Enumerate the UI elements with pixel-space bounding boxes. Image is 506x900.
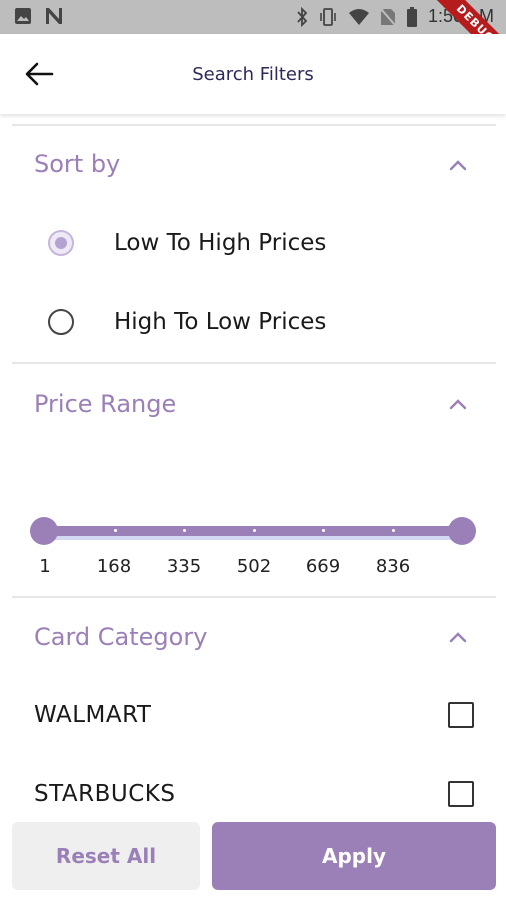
slider-thumb-max[interactable] <box>448 517 476 545</box>
category-item-walmart[interactable]: WALMART <box>34 702 474 728</box>
sort-section-header[interactable]: Sort by <box>34 150 120 178</box>
divider <box>12 124 496 126</box>
price-section-header[interactable]: Price Range <box>34 390 176 418</box>
sort-option-label: High To Low Prices <box>114 309 327 335</box>
radio-unselected[interactable] <box>48 309 74 335</box>
arrow-back-icon[interactable] <box>22 60 56 88</box>
tick-label: 1 <box>39 556 51 577</box>
category-label: WALMART <box>34 702 152 728</box>
status-bar-left <box>14 7 64 25</box>
chevron-up-icon[interactable] <box>446 392 470 416</box>
slider-tick <box>114 529 117 532</box>
slider-tick <box>183 529 186 532</box>
checkbox-walmart[interactable] <box>448 702 474 728</box>
chevron-up-icon[interactable] <box>446 153 470 177</box>
chevron-up-icon[interactable] <box>446 625 470 649</box>
vibrate-icon <box>320 7 336 26</box>
app-bar: Search Filters <box>0 34 506 114</box>
price-range-slider[interactable] <box>30 510 490 554</box>
tick-label: 335 <box>166 556 202 577</box>
image-icon <box>15 8 31 24</box>
slider-tick-labels: 1 168 335 502 669 836 <box>0 556 506 580</box>
wifi-icon <box>348 8 369 25</box>
slider-tick <box>322 529 325 532</box>
divider <box>12 362 496 364</box>
tick-label: 836 <box>375 556 411 577</box>
battery-icon <box>406 6 417 27</box>
category-section-header[interactable]: Card Category <box>34 623 207 651</box>
category-label: STARBUCKS <box>34 781 176 807</box>
reset-all-button[interactable]: Reset All <box>12 822 200 890</box>
radio-dot <box>55 237 67 249</box>
bluetooth-icon <box>297 6 308 27</box>
radio-selected[interactable] <box>48 230 74 256</box>
tick-label: 502 <box>236 556 272 577</box>
no-sim-icon <box>380 7 396 26</box>
slider-tick <box>253 529 256 532</box>
slider-thumb-min[interactable] <box>30 517 58 545</box>
divider <box>12 596 496 598</box>
tick-label: 669 <box>305 556 341 577</box>
apply-button[interactable]: Apply <box>212 822 496 890</box>
status-bar: 1:50 AM DEBUG <box>0 0 506 34</box>
tick-label: 168 <box>96 556 132 577</box>
n-app-icon <box>46 8 62 24</box>
slider-tick <box>392 529 395 532</box>
sort-option-low-to-high[interactable]: Low To High Prices <box>48 230 326 256</box>
page-title: Search Filters <box>192 63 314 85</box>
checkbox-starbucks[interactable] <box>448 781 474 807</box>
category-item-starbucks[interactable]: STARBUCKS <box>34 781 474 807</box>
sort-option-label: Low To High Prices <box>114 230 327 256</box>
sort-option-high-to-low[interactable]: High To Low Prices <box>48 309 326 335</box>
